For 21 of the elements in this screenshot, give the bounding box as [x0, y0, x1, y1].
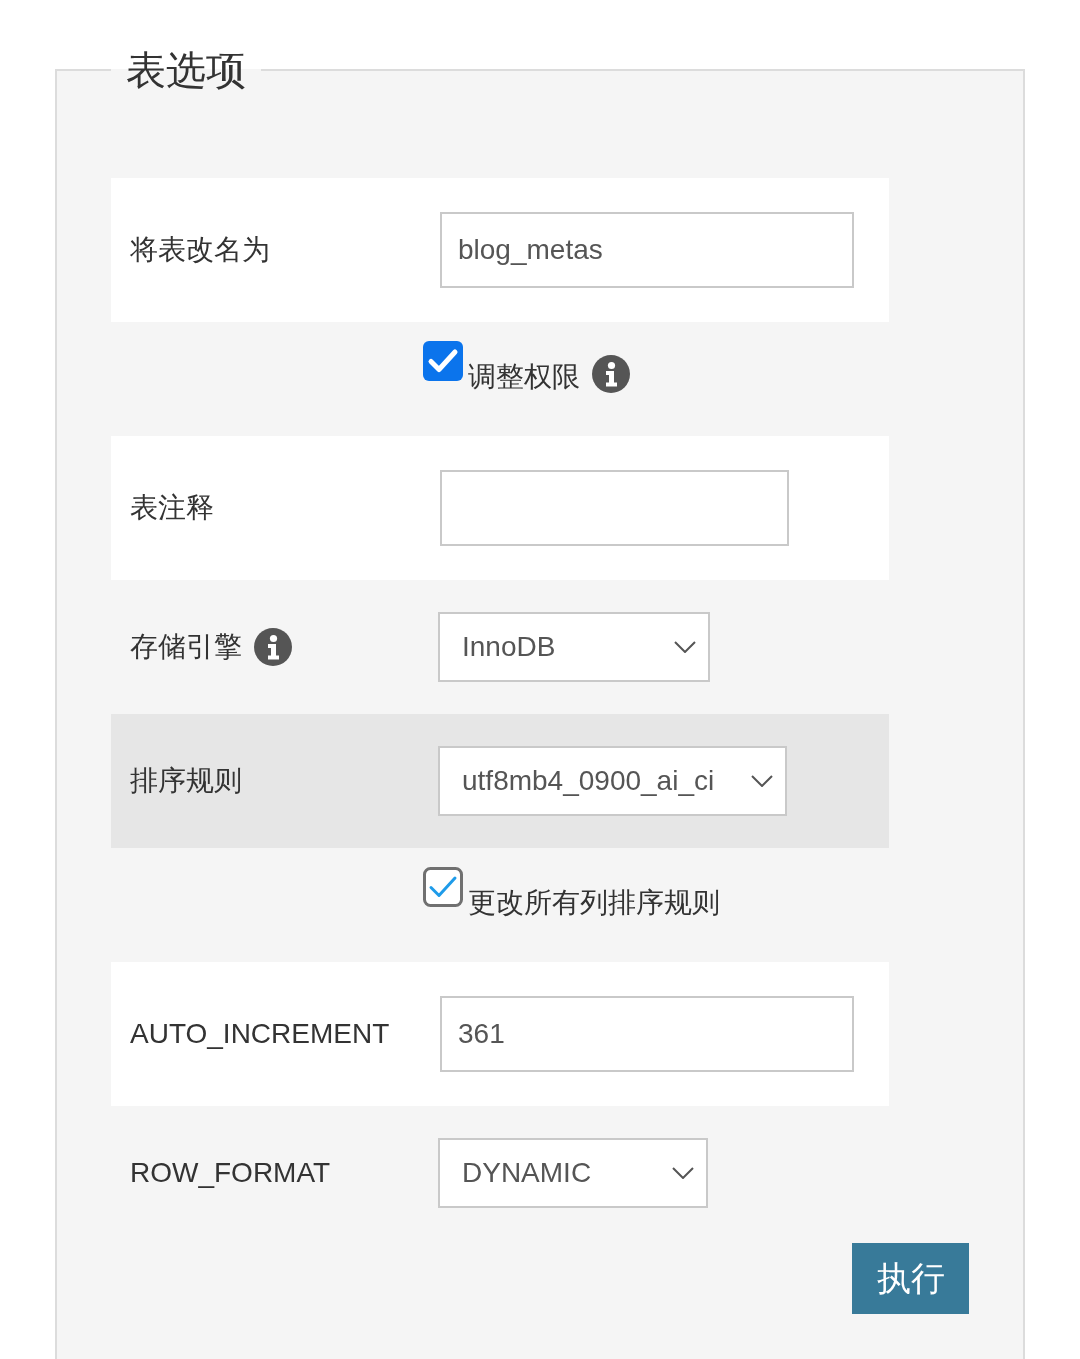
field-label: 将表改名为 — [130, 233, 270, 267]
dropdown[interactable]: utf8mb4_0900_ai_ci — [438, 746, 787, 816]
checkbox-label[interactable]: 调整权限 — [468, 359, 580, 395]
field-label: ROW_FORMAT — [130, 1156, 331, 1190]
chevron-down-icon — [672, 1167, 694, 1179]
text-input[interactable]: 361 — [440, 996, 854, 1072]
dropdown[interactable]: InnoDB — [438, 612, 710, 682]
field-label: 表注释 — [130, 491, 214, 525]
field-label: 排序规则 — [130, 764, 242, 798]
checkbox[interactable] — [423, 867, 463, 907]
field-label: 存储引擎 — [130, 630, 242, 664]
chevron-down-icon — [751, 775, 773, 787]
text-input[interactable] — [440, 470, 789, 546]
submit-button[interactable]: 执行 — [852, 1243, 969, 1314]
field-label: AUTO_INCREMENT — [130, 1017, 390, 1051]
checkbox[interactable] — [423, 341, 463, 381]
checkbox-label[interactable]: 更改所有列排序规则 — [468, 885, 720, 921]
dropdown[interactable]: DYNAMIC — [438, 1138, 708, 1208]
section-title: 表选项 — [125, 48, 247, 92]
chevron-down-icon — [674, 641, 696, 653]
text-input[interactable]: blog_metas — [440, 212, 854, 288]
